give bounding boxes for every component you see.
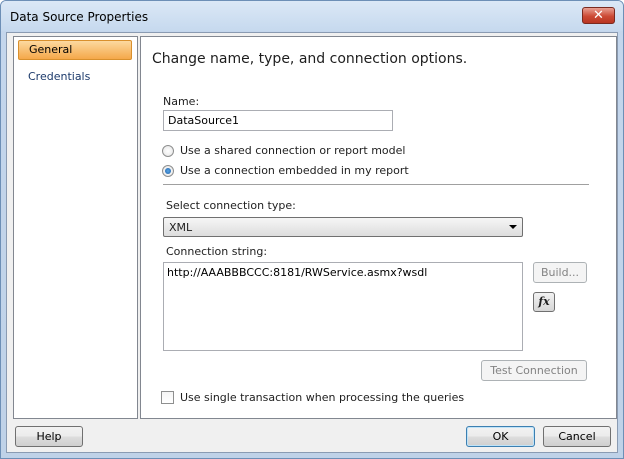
name-label: Name: bbox=[163, 95, 200, 108]
fx-icon: fx bbox=[538, 295, 550, 308]
build-button[interactable]: Build... bbox=[533, 262, 587, 283]
shared-connection-label: Use a shared connection or report model bbox=[180, 144, 406, 157]
sidebar-item-general[interactable]: General bbox=[18, 40, 132, 60]
connection-type-value: XML bbox=[169, 221, 193, 234]
window-title: Data Source Properties bbox=[10, 10, 149, 24]
sidebar-item-label: General bbox=[29, 43, 73, 56]
dialog-window: Data Source Properties ✕ General Credent… bbox=[0, 0, 624, 459]
divider bbox=[163, 184, 589, 185]
connection-string-field[interactable]: http://AAABBBCCC:8181/RWService.asmx?wsd… bbox=[163, 262, 523, 351]
sidebar-item-label: Credentials bbox=[28, 70, 91, 83]
dialog-client-area: General Credentials Change name, type, a… bbox=[6, 32, 618, 453]
connection-type-label: Select connection type: bbox=[166, 199, 296, 212]
title-bar[interactable]: Data Source Properties ✕ bbox=[1, 1, 623, 31]
expression-button[interactable]: fx bbox=[533, 292, 555, 312]
shared-connection-radio[interactable] bbox=[162, 145, 174, 157]
sidebar-item-credentials[interactable]: Credentials bbox=[18, 67, 132, 87]
general-panel: Change name, type, and connection option… bbox=[140, 36, 617, 419]
single-transaction-label: Use single transaction when processing t… bbox=[180, 391, 465, 404]
close-button[interactable]: ✕ bbox=[582, 7, 615, 24]
help-button[interactable]: Help bbox=[15, 426, 83, 447]
name-field[interactable] bbox=[163, 110, 393, 131]
cancel-button[interactable]: Cancel bbox=[543, 426, 611, 447]
page-title: Change name, type, and connection option… bbox=[152, 51, 468, 67]
connection-type-select[interactable]: XML bbox=[163, 217, 523, 237]
embedded-connection-radio[interactable] bbox=[162, 165, 174, 177]
single-transaction-checkbox[interactable] bbox=[161, 391, 174, 404]
connection-string-value: http://AAABBBCCC:8181/RWService.asmx?wsd… bbox=[167, 266, 428, 279]
ok-button[interactable]: OK bbox=[466, 426, 535, 447]
embedded-connection-label: Use a connection embedded in my report bbox=[180, 164, 409, 177]
dropdown-arrow-icon bbox=[509, 225, 517, 229]
connection-string-label: Connection string: bbox=[166, 245, 268, 258]
close-icon: ✕ bbox=[593, 8, 604, 23]
test-connection-button[interactable]: Test Connection bbox=[481, 360, 587, 381]
sidebar: General Credentials bbox=[13, 36, 138, 419]
